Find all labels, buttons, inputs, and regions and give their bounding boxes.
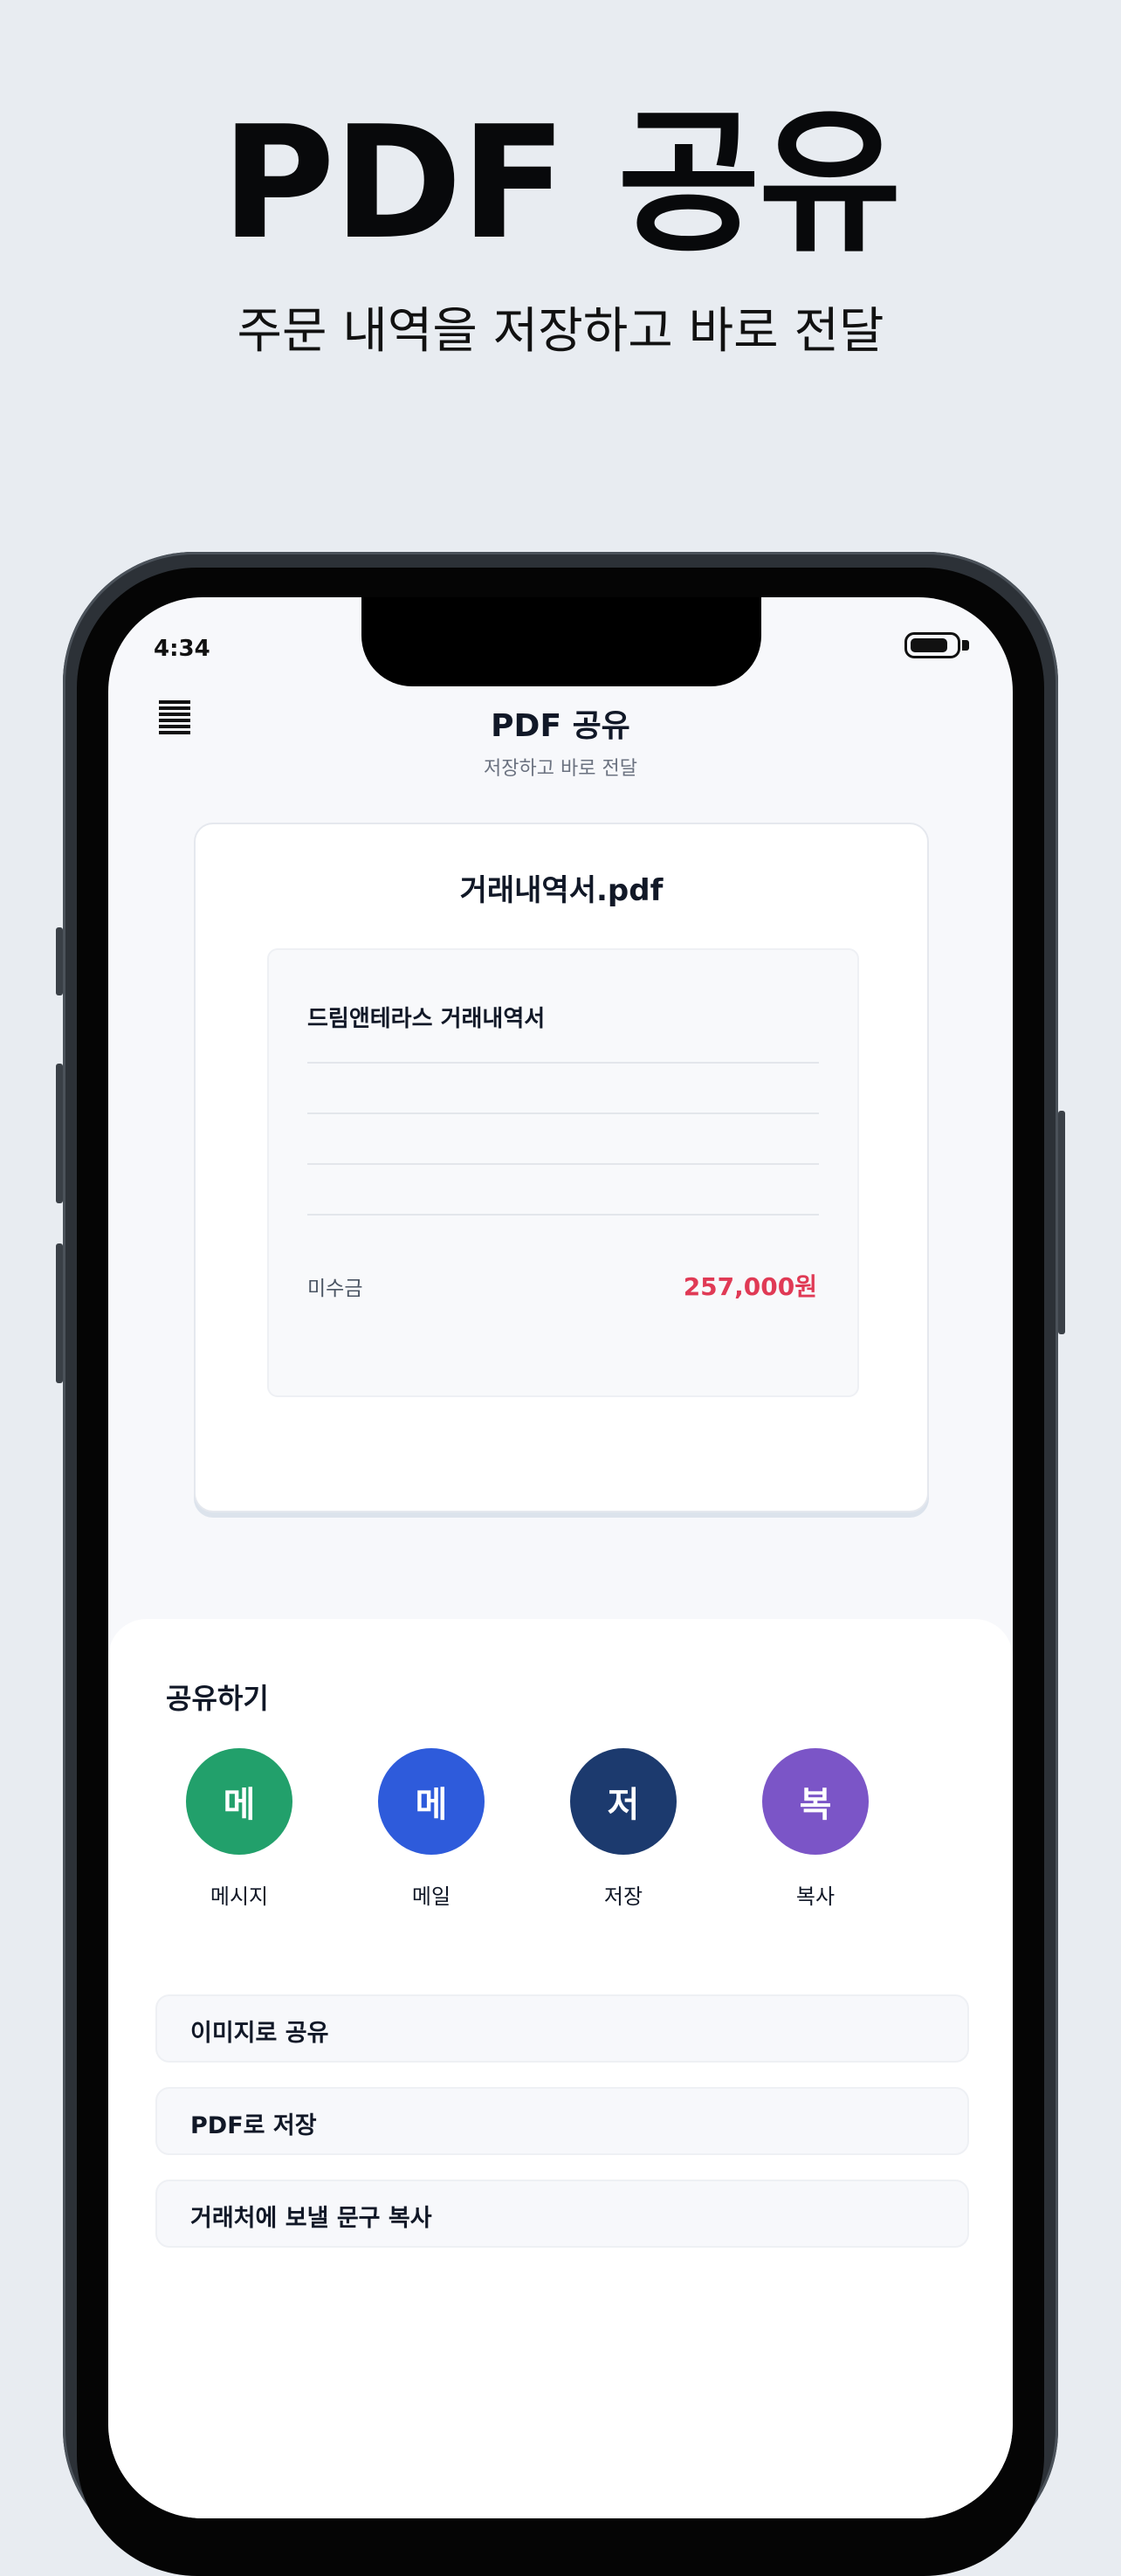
copy-icon: 복 bbox=[762, 1748, 869, 1855]
share-sheet: 공유하기 메 메시지 메 메일 저 저장 복 복사 이미지로 공유 PDF로 저… bbox=[108, 1619, 1013, 2518]
share-option-save[interactable]: 저 저장 bbox=[554, 1748, 693, 1910]
share-option-label: 메일 bbox=[411, 1884, 451, 1909]
power-button bbox=[1058, 1111, 1065, 1334]
share-as-image-button[interactable]: 이미지로 공유 bbox=[155, 1994, 969, 2063]
volume-down-button bbox=[56, 1243, 63, 1383]
battery-cap bbox=[962, 640, 969, 651]
message-icon: 메 bbox=[186, 1748, 292, 1855]
share-option-label: 메시지 bbox=[210, 1884, 269, 1909]
nav-subtitle: 저장하고 바로 전달 bbox=[484, 758, 637, 780]
amount-value: 257,000원 bbox=[683, 1272, 817, 1301]
action-label: PDF로 저장 bbox=[190, 2112, 317, 2139]
share-option-mail[interactable]: 메 메일 bbox=[361, 1748, 501, 1910]
status-time: 4:34 bbox=[154, 636, 210, 662]
document-file-name: 거래내역서.pdf bbox=[459, 873, 664, 908]
document-card[interactable]: 거래내역서.pdf 드림앤테라스 거래내역서 미수금 257,000원 bbox=[194, 823, 929, 1512]
save-icon: 저 bbox=[570, 1748, 677, 1855]
hero-title: PDF 공유 bbox=[221, 93, 901, 273]
mail-icon: 메 bbox=[378, 1748, 485, 1855]
action-label: 거래처에 보낼 문구 복사 bbox=[190, 2205, 432, 2232]
share-option-label: 복사 bbox=[795, 1884, 836, 1909]
document-line bbox=[307, 1163, 819, 1165]
action-label: 이미지로 공유 bbox=[190, 2020, 329, 2047]
document-preview: 드림앤테라스 거래내역서 미수금 257,000원 bbox=[267, 948, 859, 1397]
share-option-label: 저장 bbox=[603, 1884, 643, 1909]
share-option-copy[interactable]: 복 복사 bbox=[746, 1748, 885, 1910]
document-line bbox=[307, 1062, 819, 1064]
battery-icon bbox=[904, 632, 960, 658]
phone-screen: 4:34 PDF 공유 저장하고 바로 전달 거래내역서.pdf 드림앤테라스 … bbox=[108, 597, 1013, 2518]
nav-title: PDF 공유 bbox=[491, 708, 630, 744]
amount-label: 미수금 bbox=[307, 1278, 363, 1300]
hero-subtitle: 주문 내역을 저장하고 바로 전달 bbox=[237, 303, 884, 360]
share-option-message[interactable]: 메 메시지 bbox=[169, 1748, 309, 1910]
notch bbox=[361, 597, 761, 686]
volume-up-button bbox=[56, 1064, 63, 1203]
document-line bbox=[307, 1112, 819, 1114]
document-preview-title: 드림앤테라스 거래내역서 bbox=[307, 1006, 546, 1032]
document-line bbox=[307, 1214, 819, 1216]
silent-switch bbox=[56, 927, 63, 995]
save-as-pdf-button[interactable]: PDF로 저장 bbox=[155, 2087, 969, 2155]
share-heading: 공유하기 bbox=[166, 1682, 269, 1715]
copy-message-button[interactable]: 거래처에 보낼 문구 복사 bbox=[155, 2180, 969, 2248]
